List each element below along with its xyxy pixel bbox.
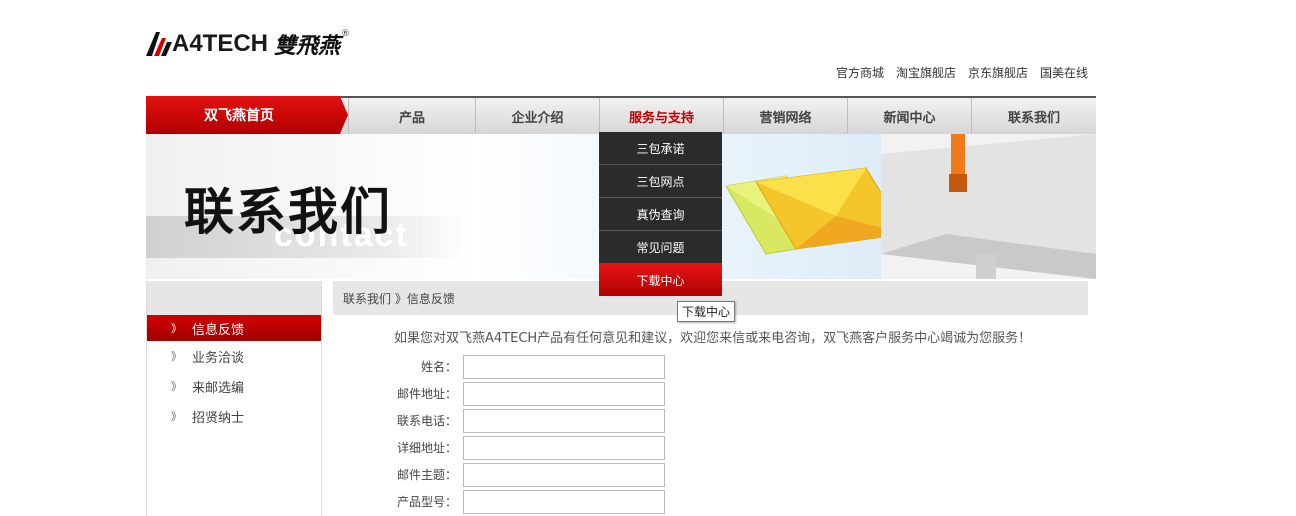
sidebar-item-label: 业务洽谈 [192,350,245,366]
sidebar-item-mail-selection[interactable]: 》 来邮选编 [147,371,321,401]
email-input[interactable] [463,382,665,406]
sidebar-item-careers[interactable]: 》 招贤纳士 [147,401,321,431]
address-input[interactable] [463,436,665,460]
email-label: 邮件地址： [396,387,457,401]
chevron-right-icon: 》 [171,410,182,423]
nav-item-contact[interactable]: 联系我们 [971,98,1096,134]
a4tech-logo[interactable]: A4TECH 雙飛燕 ® [146,29,351,59]
dropdown-item-service-points[interactable]: 三包网点 [599,165,722,198]
toplink-jd[interactable]: 京东旗舰店 [968,64,1028,81]
phone-input[interactable] [463,409,665,433]
sidebar-item-feedback[interactable]: 》 信息反馈 [147,315,321,341]
form-row-email: 邮件地址： [333,382,673,406]
product-model-input[interactable] [463,490,665,514]
service-support-dropdown: 三包承诺 三包网点 真伪查询 常见问题 下载中心 [599,132,722,296]
main-nav: 双飞燕首页 产品 企业介绍 服务与支持 营销网络 新闻中心 联系我们 [146,96,1096,134]
dropdown-item-warranty[interactable]: 三包承诺 [599,132,722,165]
chevron-right-icon: 》 [171,322,182,335]
toplink-taobao[interactable]: 淘宝旗舰店 [896,64,956,81]
form-row-phone: 联系电话： [333,409,673,433]
name-input[interactable] [463,355,665,379]
nav-item-service-support[interactable]: 服务与支持 [599,98,723,134]
form-row-name: 姓名： [333,355,673,379]
sidebar: 》 信息反馈 》 业务洽谈 》 来邮选编 》 招贤纳士 [146,281,322,516]
nav-item-products[interactable]: 产品 [348,98,475,134]
name-label: 姓名： [420,360,457,374]
form-row-subject: 邮件主题： [333,463,673,487]
dropdown-item-authenticity-check[interactable]: 真伪查询 [599,198,722,231]
a4tech-logo-mark-icon [146,32,172,56]
top-links: 官方商城 淘宝旗舰店 京东旗舰店 国美在线 [836,64,1088,81]
toplink-official-mall[interactable]: 官方商城 [836,64,884,81]
logo-chinese-text: 雙飛燕 [274,33,341,59]
subject-label: 邮件主题： [396,468,457,482]
logo-text: A4TECH [172,30,269,57]
sidebar-header [147,281,321,315]
address-label: 详细地址： [396,441,457,455]
dropdown-item-download-center[interactable]: 下载中心 [599,264,722,296]
form-row-product-model: 产品型号： [333,490,673,514]
chevron-right-icon: 》 [171,350,182,363]
logo-registered-mark: ® [341,29,351,39]
phone-label: 联系电话： [396,414,457,428]
nav-item-marketing-network[interactable]: 营销网络 [723,98,847,134]
sidebar-item-business[interactable]: 》 业务洽谈 [147,341,321,371]
nav-home-button[interactable]: 双飞燕首页 [146,96,348,134]
product-model-label: 产品型号： [396,495,457,509]
form-row-address: 详细地址： [333,436,673,460]
chevron-right-icon: 》 [171,380,182,393]
sidebar-item-label: 信息反馈 [192,322,245,338]
feedback-intro-text: 如果您对双飞燕A4TECH产品有任何意见和建议，欢迎您来信或来电咨询，双飞燕客户… [394,331,1032,346]
dropdown-item-faq[interactable]: 常见问题 [599,231,722,264]
download-center-tooltip: 下载中心 [677,301,736,322]
nav-item-news[interactable]: 新闻中心 [847,98,971,134]
subject-input[interactable] [463,463,665,487]
sidebar-item-label: 来邮选编 [192,380,245,396]
toplink-gome[interactable]: 国美在线 [1040,64,1088,81]
sidebar-item-label: 招贤纳士 [192,410,245,426]
nav-item-about[interactable]: 企业介绍 [475,98,599,134]
